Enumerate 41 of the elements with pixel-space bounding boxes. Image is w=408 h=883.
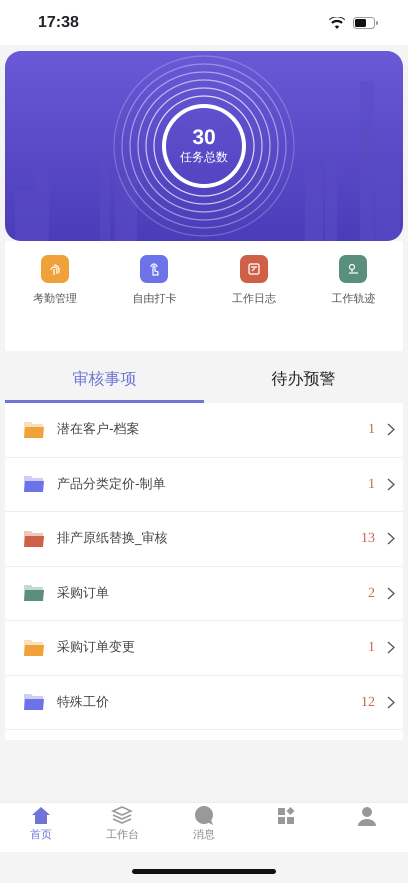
tab-bar-item[interactable]: 首页 — [0, 803, 82, 852]
item-title: 采购订单变更 — [57, 639, 136, 657]
list-item[interactable]: 排产原纸替换_审核 13 — [5, 512, 403, 566]
list-item[interactable]: 特殊工价 12 — [5, 676, 403, 730]
chevron-icon — [387, 423, 395, 436]
chevron-icon — [387, 532, 395, 546]
tab-bar-item[interactable]: 工作台 — [82, 803, 164, 852]
list-item[interactable]: 采购订单 2 — [5, 566, 403, 621]
item-count: 12 — [361, 694, 375, 712]
item-count: 2 — [368, 584, 375, 603]
item-count: 1 — [368, 639, 375, 658]
item-title: 产品分类定价-制单 — [57, 476, 167, 494]
item-count: 1 — [368, 476, 375, 494]
tab-bar-item[interactable]: 消息 — [163, 803, 245, 852]
list-item[interactable]: 潜在客户-档案 1 — [5, 403, 403, 458]
item-title: 特殊工价 — [57, 694, 110, 712]
battery-icon — [353, 16, 378, 28]
item-title: 排产原纸替换_审核 — [57, 530, 168, 548]
task-count-label: 任务总数 — [180, 148, 228, 166]
shortcut-button[interactable]: 工作轨迹 — [304, 255, 403, 351]
shortcut-button[interactable]: 工作日志 — [204, 255, 304, 351]
list-item[interactable]: 采购订单变更 1 — [5, 621, 403, 676]
item-count: 1 — [368, 421, 375, 440]
chevron-icon — [387, 641, 395, 654]
item-title: 潜在客户-档案 — [57, 421, 141, 439]
item-count: 13 — [361, 530, 375, 548]
clock-time: 17:38 — [38, 12, 79, 32]
shortcut-button[interactable]: 自由打卡 — [104, 255, 204, 351]
chevron-icon — [387, 478, 395, 491]
user-icon — [356, 805, 378, 827]
task-count: 30 — [192, 126, 216, 148]
item-title: 采购订单 — [57, 584, 110, 602]
tab[interactable]: 待办预警 — [204, 357, 403, 403]
layers-icon — [111, 805, 134, 827]
shortcut-button[interactable]: 考勤管理 — [5, 255, 104, 351]
wifi-icon — [329, 16, 345, 28]
chevron-icon — [387, 586, 395, 600]
home-icon — [30, 805, 52, 827]
chat-bubble-icon — [192, 805, 215, 827]
chevron-icon — [387, 696, 395, 709]
list-item[interactable]: 产品分类定价-制单 1 — [5, 458, 403, 512]
